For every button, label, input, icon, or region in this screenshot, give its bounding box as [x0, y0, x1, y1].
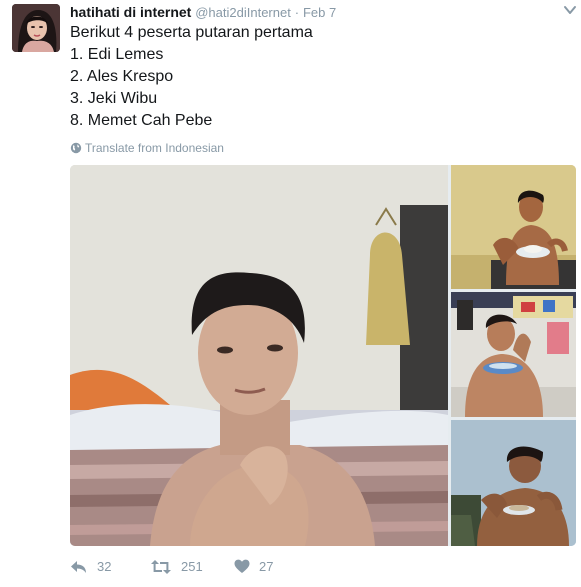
header-separator: ·	[294, 5, 300, 20]
tweet-text: Berikut 4 peserta putaran pertama 1. Edi…	[70, 22, 560, 132]
tweet-text-line: 1. Edi Lemes	[70, 46, 164, 63]
retweet-icon	[151, 560, 171, 574]
tweet-text-line: 2. Ales Krespo	[70, 68, 174, 85]
tweet-text-line: 8. Memet Cah Pebe	[70, 112, 213, 129]
tweet-text-line: Berikut 4 peserta putaran pertama	[70, 24, 313, 41]
display-name[interactable]: hatihati di internet	[70, 4, 191, 20]
tweet-timestamp[interactable]: Feb 7	[303, 5, 336, 20]
reply-icon	[71, 561, 86, 573]
translate-link[interactable]: Translate from Indonesian	[70, 139, 224, 157]
avatar[interactable]	[12, 4, 60, 52]
tweet-header: hatihati di internet @hati2diInternet · …	[70, 3, 550, 21]
photo-top-right[interactable]	[451, 165, 576, 289]
like-count: 27	[259, 559, 274, 574]
translate-label: Translate from Indonesian	[85, 141, 224, 155]
user-handle[interactable]: @hati2diInternet	[195, 5, 291, 20]
photo-main[interactable]	[70, 165, 448, 546]
globe-icon	[70, 142, 82, 154]
like-button[interactable]: 27	[234, 558, 294, 576]
reply-button[interactable]: 32	[70, 558, 130, 576]
photo-middle-right[interactable]	[451, 292, 576, 417]
reply-count: 32	[97, 559, 112, 574]
chevron-down-icon[interactable]	[562, 3, 578, 17]
heart-icon	[234, 559, 250, 573]
photo-bottom-right[interactable]	[451, 420, 576, 546]
retweet-count: 251	[181, 559, 203, 574]
tweet-card: hatihati di internet @hati2diInternet · …	[0, 0, 581, 587]
tweet-text-line: 3. Jeki Wibu	[70, 90, 158, 107]
retweet-button[interactable]: 251	[150, 558, 220, 576]
media-grid	[70, 165, 576, 546]
